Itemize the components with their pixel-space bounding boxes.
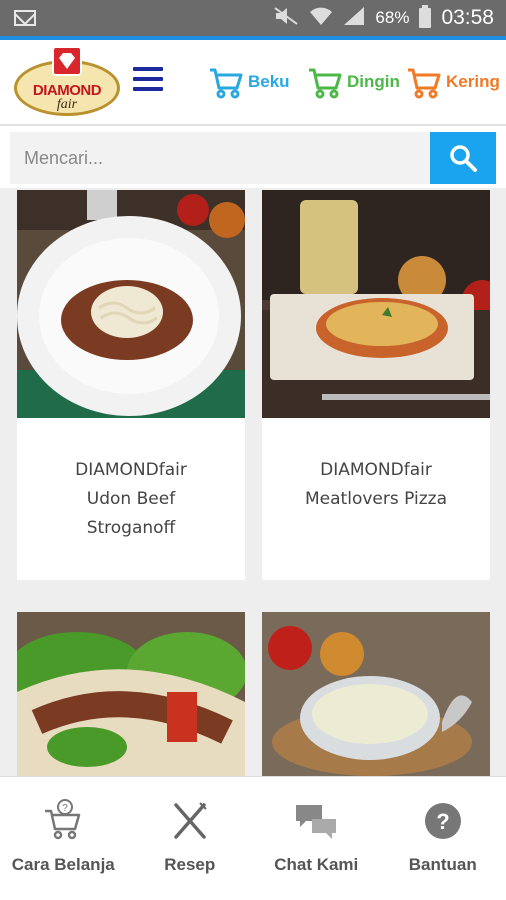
product-grid: DIAMONDfair Udon Beef Stroganoff DIAMOND… [0,188,506,776]
product-card[interactable]: DIAMONDfair Meatlovers Pizza [262,190,490,580]
search-input[interactable]: Mencari... [10,132,430,184]
category-label: Dingin [347,72,400,91]
product-image [262,612,490,776]
category-label: Kering [446,72,500,91]
nav-chat-kami[interactable]: Chat Kami [253,777,380,900]
battery-percent: 68% [375,8,410,27]
diamond-fair-logo[interactable]: DIAMOND fair [14,46,120,118]
product-image [17,612,245,776]
clock: 03:58 [441,6,494,29]
search-bar: Mencari... [0,124,506,188]
product-title: DIAMONDfair Udon Beef Stroganoff [17,430,245,580]
search-icon [450,145,477,172]
product-card[interactable]: DIAMONDfair Udon Beef Stroganoff [17,190,245,580]
mute-icon [273,6,299,31]
cart-icon [210,68,243,99]
help-icon: ? [424,803,461,839]
cart-icon [408,68,441,99]
nav-resep[interactable]: Resep [127,777,254,900]
cart-question-icon: ? [45,799,81,840]
category-dingin[interactable]: Dingin [307,62,400,102]
status-bar: 68% 03:58 [0,0,506,36]
nav-bantuan[interactable]: ? Bantuan [380,777,506,900]
product-card[interactable] [262,612,490,776]
product-image [17,190,245,418]
wifi-icon [309,6,333,31]
cutlery-icon [174,802,207,839]
product-image [262,190,490,418]
diamond-badge-icon [52,46,82,76]
signal-icon [343,6,365,31]
hamburger-menu-icon[interactable] [133,67,163,93]
chat-icon [296,805,337,839]
product-card[interactable] [17,612,245,776]
svg-text:?: ? [436,809,449,834]
nav-cara-belanja[interactable]: ? Cara Belanja [0,777,127,900]
app-header: DIAMOND fair Beku Dingin Kering [0,40,506,124]
search-button[interactable] [430,132,496,184]
category-beku[interactable]: Beku [208,62,290,102]
bottom-navigation: ? Cara Belanja Resep Chat Kami ? Bantuan [0,776,506,900]
cart-icon [309,68,342,99]
svg-text:?: ? [62,803,68,814]
battery-icon [419,5,432,28]
product-title: DIAMONDfair Meatlovers Pizza [262,430,490,580]
category-label: Beku [248,72,290,91]
mail-icon [14,10,36,26]
category-kering[interactable]: Kering [406,62,500,102]
